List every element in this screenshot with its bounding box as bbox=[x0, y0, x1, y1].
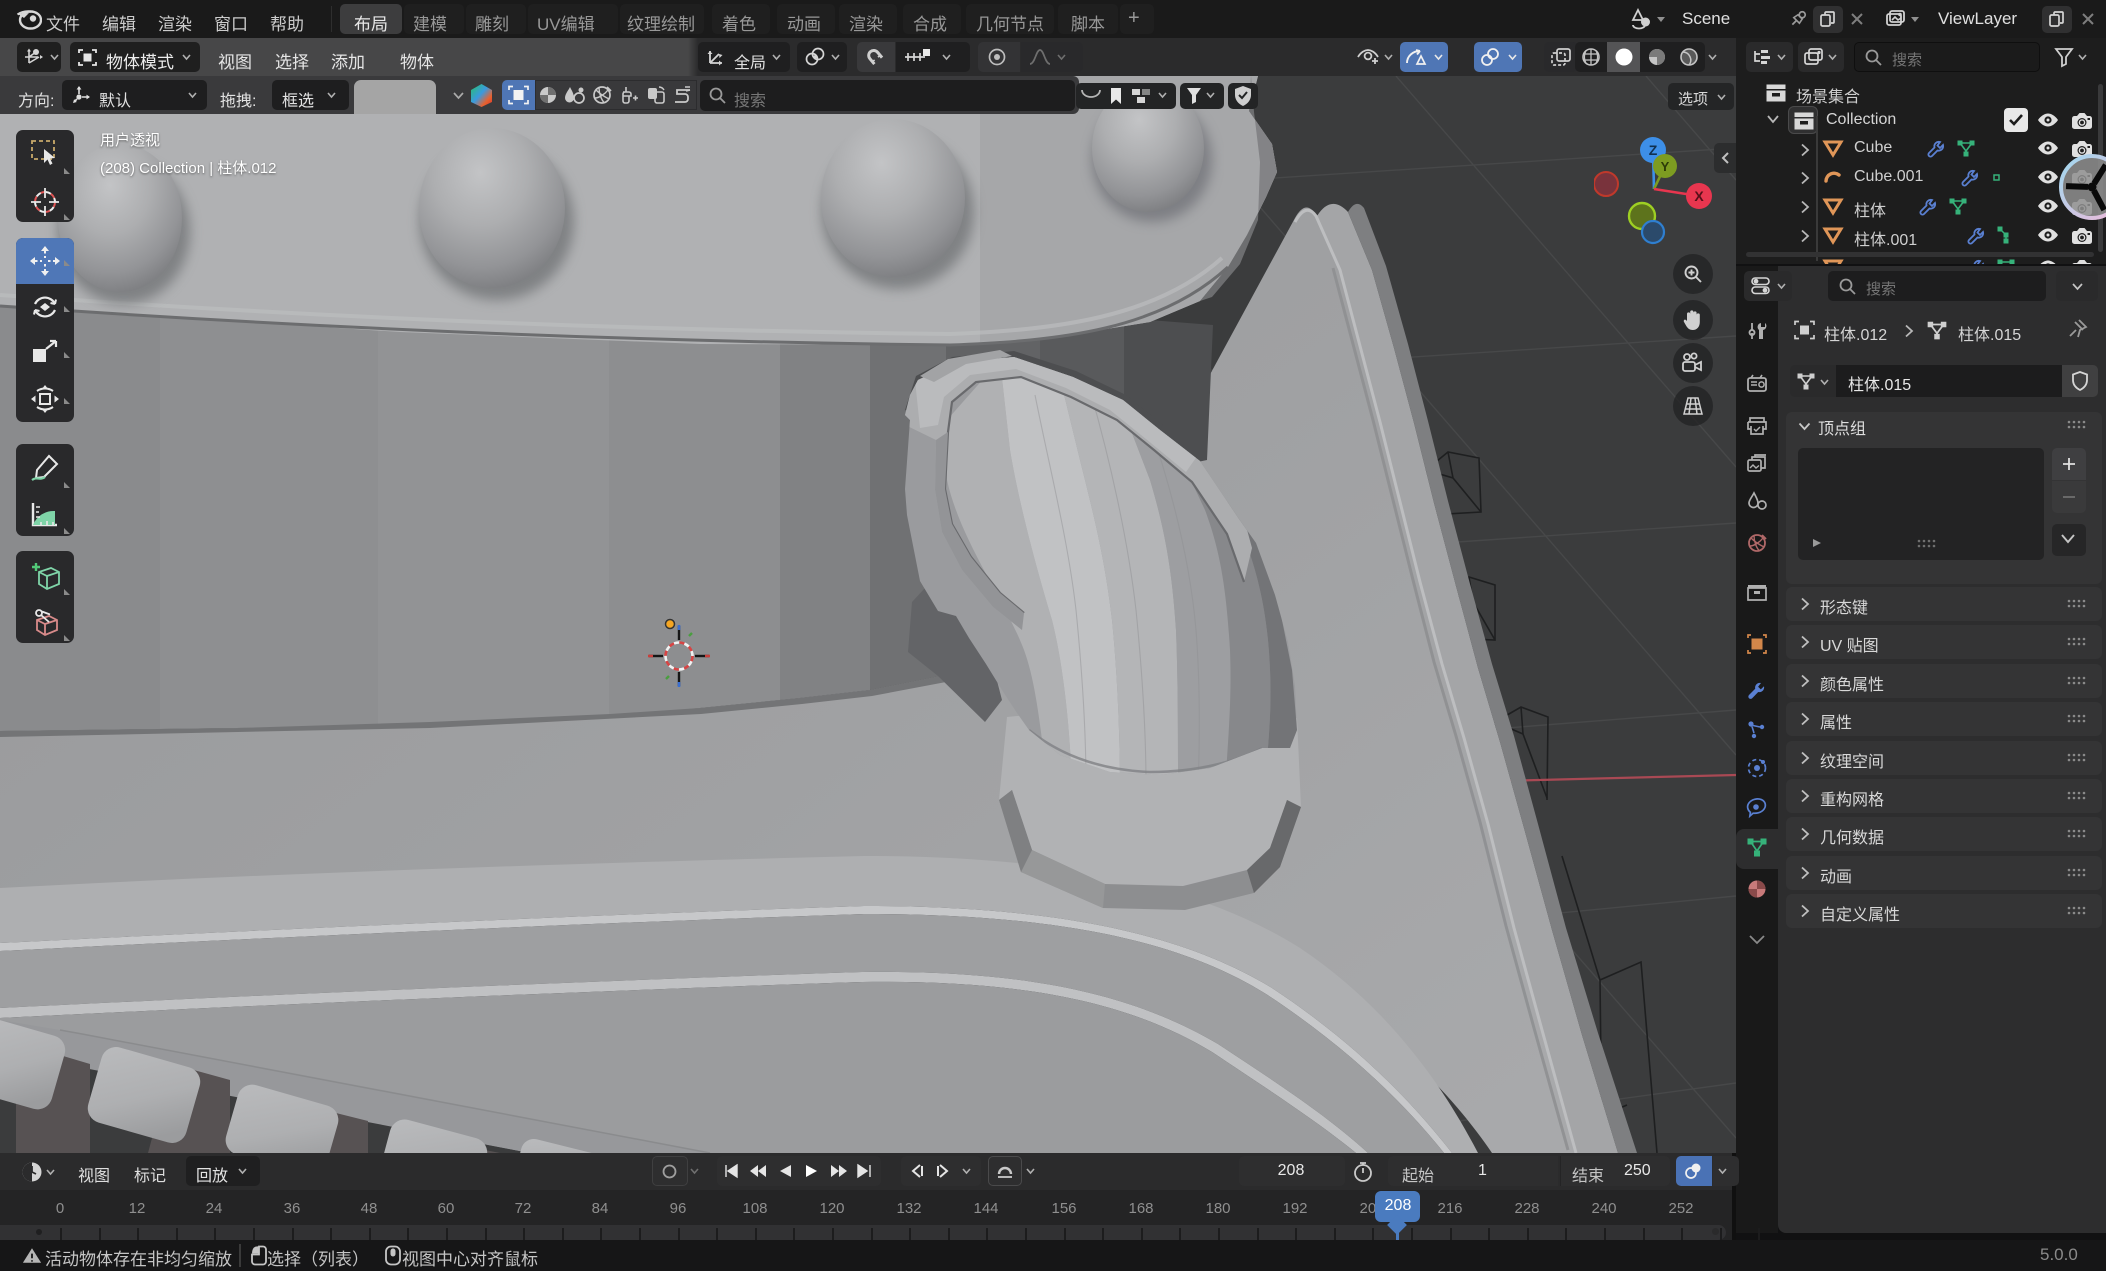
svg-text:X: X bbox=[1694, 188, 1704, 204]
svg-text:Y: Y bbox=[1661, 159, 1670, 174]
svg-text:Z: Z bbox=[1649, 142, 1658, 158]
